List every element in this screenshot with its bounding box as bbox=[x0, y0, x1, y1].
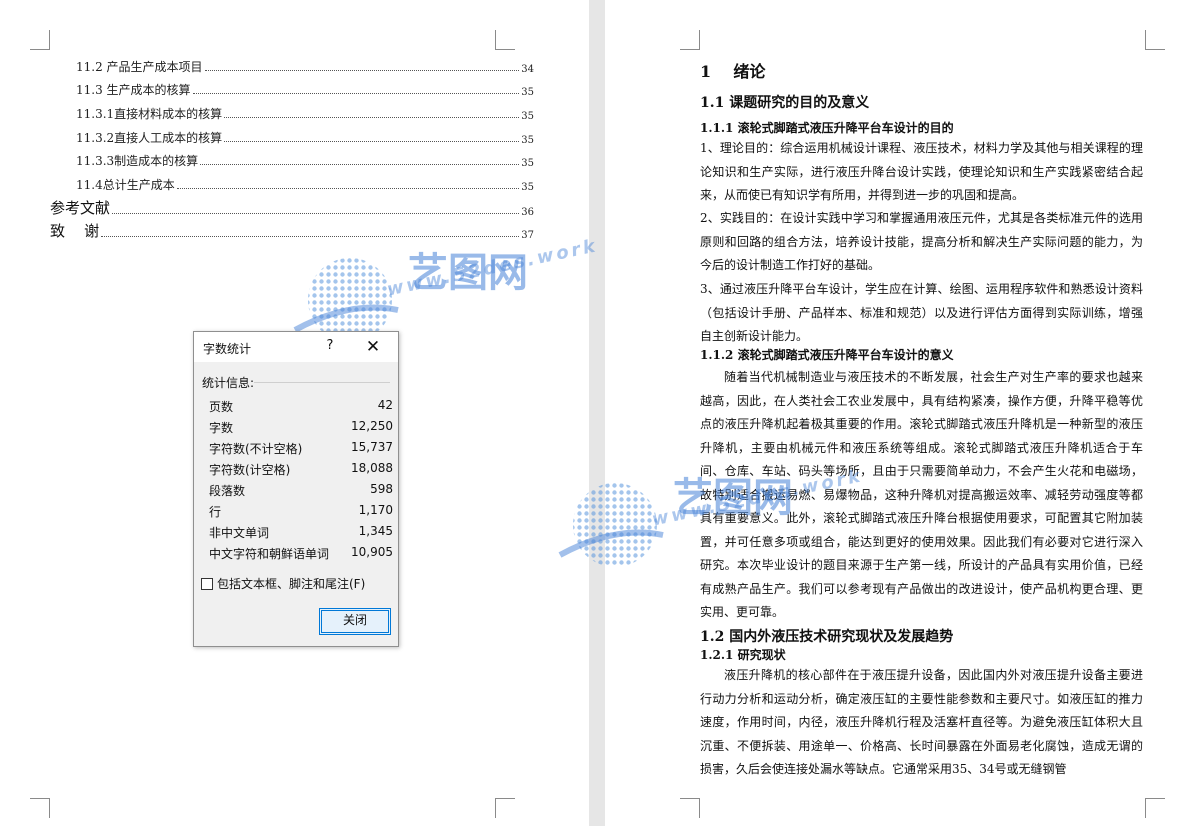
stat-non-chinese-words: 非中文单词 1,345 bbox=[209, 524, 393, 544]
crop-mark bbox=[30, 798, 50, 818]
stat-words: 字数 12,250 bbox=[209, 419, 393, 439]
toc-entry[interactable]: 致 谢 37 bbox=[50, 221, 534, 241]
toc-entry[interactable]: 11.3.3制造成本的核算 35 bbox=[76, 151, 534, 169]
word-count-dialog: 字数统计 ? ✕ 统计信息: 页数 42 字数 12,250 字符数(不计空格)… bbox=[193, 331, 399, 647]
section-heading: 1.2 国内外液压技术研究现状及发展趋势 bbox=[700, 629, 954, 645]
crop-mark bbox=[495, 30, 515, 50]
crop-mark bbox=[1145, 798, 1165, 818]
toc-entry[interactable]: 11.4总计生产成本 35 bbox=[76, 175, 534, 193]
toc-entry-page: 35 bbox=[521, 135, 534, 146]
dialog-titlebar[interactable]: 字数统计 ? ✕ bbox=[194, 332, 398, 362]
include-textboxes-option[interactable]: 包括文本框、脚注和尾注(F) bbox=[201, 575, 365, 592]
paragraph: 3、通过液压升降平台车设计，学生应在计算、绘图、运用程序软件和熟悉设计资料（包括… bbox=[700, 282, 1143, 343]
toc-entry-page: 34 bbox=[521, 64, 534, 75]
section-divider bbox=[254, 382, 390, 383]
toc-entry-page: 35 bbox=[521, 158, 534, 169]
toc-entry-title: 11.4总计生产成本 bbox=[76, 178, 175, 192]
toc-entry-title: 参考文献 bbox=[50, 199, 111, 217]
document-page-right: 1 绪论 1.1 课题研究的目的及意义 1.1.1 滚轮式脚踏式液压升降平台车设… bbox=[605, 0, 1193, 826]
subsection-heading: 1.1.2 滚轮式脚踏式液压升降平台车设计的意义 bbox=[700, 348, 954, 362]
crop-mark bbox=[495, 798, 515, 818]
help-button[interactable]: ? bbox=[322, 338, 338, 356]
stat-value: 15,737 bbox=[351, 440, 393, 454]
stat-pages: 页数 42 bbox=[209, 398, 393, 418]
paragraph: 随着当代机械制造业与液压技术的不断发展，社会生产对生产率的要求也越来越高，因此，… bbox=[700, 370, 1143, 619]
toc-leader bbox=[224, 141, 520, 142]
close-icon[interactable]: ✕ bbox=[362, 336, 384, 358]
toc-entry[interactable]: 11.3.1直接材料成本的核算 35 bbox=[76, 104, 534, 122]
toc-entry-page: 35 bbox=[521, 111, 534, 122]
toc-entry[interactable]: 11.2 产品生产成本项目 34 bbox=[76, 57, 534, 75]
toc-entry-page: 36 bbox=[521, 207, 534, 218]
paragraph: 液压升降机的核心部件在于液压提升设备，因此国内外对液压提升设备主要进行动力分析和… bbox=[700, 668, 1143, 776]
stat-label: 字符数(不计空格) bbox=[209, 442, 303, 456]
toc-entry-page: 35 bbox=[521, 87, 534, 98]
stat-label: 非中文单词 bbox=[209, 526, 270, 540]
toc-entry-title: 11.3.1直接材料成本的核算 bbox=[76, 107, 223, 121]
stat-value: 1,345 bbox=[358, 524, 393, 538]
crop-mark bbox=[680, 798, 700, 818]
stat-label: 行 bbox=[209, 505, 222, 519]
toc-entry-title: 致 谢 bbox=[50, 222, 100, 240]
stat-chars-no-spaces: 字符数(不计空格) 15,737 bbox=[209, 440, 393, 460]
stat-value: 10,905 bbox=[351, 545, 393, 559]
stat-value: 1,170 bbox=[358, 503, 393, 517]
paragraph: 1、理论目的：综合运用机械设计课程、液压技术，材料力学及其他与相关课程的理论知识… bbox=[700, 141, 1143, 202]
dialog-title: 字数统计 bbox=[203, 342, 252, 356]
include-textboxes-label: 包括文本框、脚注和尾注(F) bbox=[217, 577, 366, 591]
subsection-heading: 1.2.1 研究现状 bbox=[700, 648, 786, 662]
stat-paragraphs: 段落数 598 bbox=[209, 482, 393, 502]
toc-leader bbox=[200, 164, 520, 165]
stat-lines: 行 1,170 bbox=[209, 503, 393, 523]
toc-leader bbox=[192, 93, 520, 94]
chapter-heading: 1 绪论 bbox=[700, 62, 766, 81]
stat-chars-with-spaces: 字符数(计空格) 18,088 bbox=[209, 461, 393, 481]
toc-entry-title: 11.3.2直接人工成本的核算 bbox=[76, 131, 223, 145]
crop-mark bbox=[680, 30, 700, 50]
stat-label: 字符数(计空格) bbox=[209, 463, 291, 477]
paragraph: 2、实践目的：在设计实践中学习和掌握通用液压元件，尤其是各类标准元件的选用原则和… bbox=[700, 211, 1143, 272]
stat-value: 42 bbox=[377, 398, 393, 412]
crop-mark bbox=[1145, 30, 1165, 50]
stat-label: 段落数 bbox=[209, 484, 246, 498]
toc-leader bbox=[176, 188, 520, 189]
include-textboxes-checkbox[interactable] bbox=[201, 577, 213, 590]
subsection-heading: 1.1.1 滚轮式脚踏式液压升降平台车设计的目的 bbox=[700, 121, 954, 135]
stat-value: 18,088 bbox=[351, 461, 393, 475]
toc-entry-title: 11.2 产品生产成本项目 bbox=[76, 60, 203, 74]
stat-value: 12,250 bbox=[351, 419, 393, 433]
toc-entry-title: 11.3.3制造成本的核算 bbox=[76, 154, 199, 168]
toc-leader bbox=[101, 236, 520, 237]
stat-label: 中文字符和朝鲜语单词 bbox=[209, 547, 330, 561]
toc-entry[interactable]: 11.3.2直接人工成本的核算 35 bbox=[76, 128, 534, 146]
toc-entry[interactable]: 11.3 生产成本的核算 35 bbox=[76, 80, 534, 98]
toc-entry-page: 37 bbox=[521, 230, 534, 241]
section-heading: 1.1 课题研究的目的及意义 bbox=[700, 95, 870, 111]
toc-entry-title: 11.3 生产成本的核算 bbox=[76, 83, 191, 97]
toc-leader bbox=[112, 213, 520, 214]
stat-label: 字数 bbox=[209, 421, 234, 435]
toc-entry[interactable]: 参考文献 36 bbox=[50, 198, 534, 218]
close-button[interactable]: 关闭 bbox=[319, 608, 391, 635]
toc-entry-page: 35 bbox=[521, 182, 534, 193]
stat-label: 页数 bbox=[209, 400, 234, 414]
statistics-label: 统计信息: bbox=[202, 376, 255, 390]
toc-leader bbox=[204, 70, 520, 71]
stat-asian-chars: 中文字符和朝鲜语单词 10,905 bbox=[209, 545, 393, 565]
toc-leader bbox=[224, 117, 520, 118]
crop-mark bbox=[30, 30, 50, 50]
stat-value: 598 bbox=[370, 482, 393, 496]
